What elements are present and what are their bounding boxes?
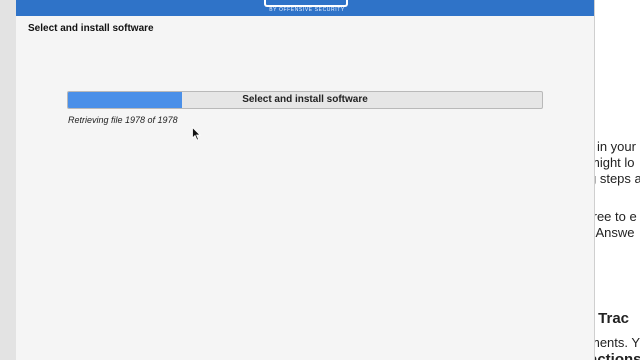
background-text-line: t Trac [595,310,630,327]
page-title: Select and install software [28,23,154,34]
kali-logo [264,0,348,7]
background-text-line: r in your [595,139,636,154]
background-text-line: actions [595,351,640,360]
background-text-line: . Answe [595,225,635,240]
background-text-line: ments. Y [595,335,640,350]
installer-window: BY OFFENSIVE SECURITY Select and install… [16,0,595,360]
desktop-edge [0,0,16,360]
background-text-line: might lo [595,155,635,170]
background-browser-page: r in yourmight log steps a free to e. Ans… [595,0,640,360]
mouse-pointer-icon [192,127,201,141]
installer-banner: BY OFFENSIVE SECURITY [16,0,594,16]
progress-label: Select and install software [242,94,368,105]
status-text: Retrieving file 1978 of 1978 [68,115,178,125]
install-progress-bar: Select and install software [67,91,543,109]
banner-subtitle: BY OFFENSIVE SECURITY [269,7,345,13]
background-text-line: free to e [595,209,637,224]
background-text-line: g steps a [595,171,640,186]
